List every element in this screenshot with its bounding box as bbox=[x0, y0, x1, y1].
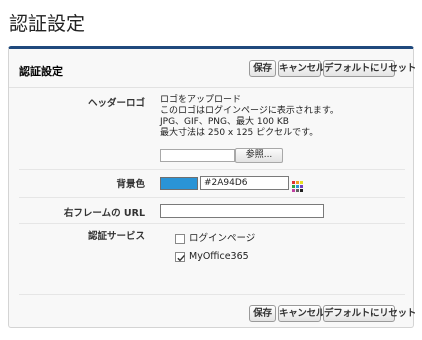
panel-title: 認証設定 bbox=[19, 65, 63, 78]
right-frame-url-field[interactable] bbox=[160, 204, 324, 218]
page-title: 認証設定 bbox=[9, 13, 86, 35]
color-hex-field[interactable]: #2A94D6 bbox=[200, 176, 289, 190]
row-divider bbox=[19, 169, 405, 170]
background-color-label: 背景色 bbox=[116, 179, 145, 190]
right-frame-url-label: 右フレームの URL bbox=[63, 208, 145, 219]
login-page-checkbox[interactable] bbox=[175, 234, 185, 244]
login-page-label: ログインページ bbox=[189, 233, 256, 244]
panel-header: 認証設定 保存 キャンセル デフォルトにリセット bbox=[9, 49, 416, 88]
logo-format-note: JPG、GIF、PNG、最大 100 KB bbox=[160, 117, 289, 127]
logo-display-note: このロゴはログインページに表示されます。 bbox=[160, 106, 339, 116]
browse-button[interactable]: 参照... bbox=[235, 148, 283, 163]
save-button-bottom[interactable]: 保存 bbox=[249, 305, 276, 322]
color-picker-icon[interactable] bbox=[292, 177, 303, 192]
auth-settings-panel: 認証設定 保存 キャンセル デフォルトにリセット ヘッダーロゴ ロゴをアップロー… bbox=[8, 46, 416, 328]
auth-services-label: 認証サービス bbox=[87, 231, 145, 242]
row-divider bbox=[19, 197, 405, 198]
logo-upload-text: ロゴをアップロード bbox=[160, 95, 242, 105]
reset-default-button-top[interactable]: デフォルトにリセット bbox=[323, 60, 416, 77]
header-logo-label: ヘッダーロゴ bbox=[87, 98, 145, 109]
save-button-top[interactable]: 保存 bbox=[249, 60, 276, 77]
footer-divider bbox=[19, 294, 405, 295]
row-divider bbox=[19, 223, 405, 224]
checkmark-icon bbox=[177, 254, 185, 262]
color-swatch[interactable] bbox=[160, 177, 198, 190]
cancel-button-bottom[interactable]: キャンセル bbox=[278, 305, 325, 322]
reset-default-button-bottom[interactable]: デフォルトにリセット bbox=[323, 305, 416, 322]
file-path-field[interactable] bbox=[160, 149, 235, 162]
myoffice365-label: MyOffice365 bbox=[189, 251, 249, 262]
logo-dimension-note: 最大寸法は 250 x 125 ピクセルです。 bbox=[160, 128, 319, 138]
myoffice365-checkbox[interactable] bbox=[175, 252, 185, 262]
cancel-button-top[interactable]: キャンセル bbox=[278, 60, 325, 77]
